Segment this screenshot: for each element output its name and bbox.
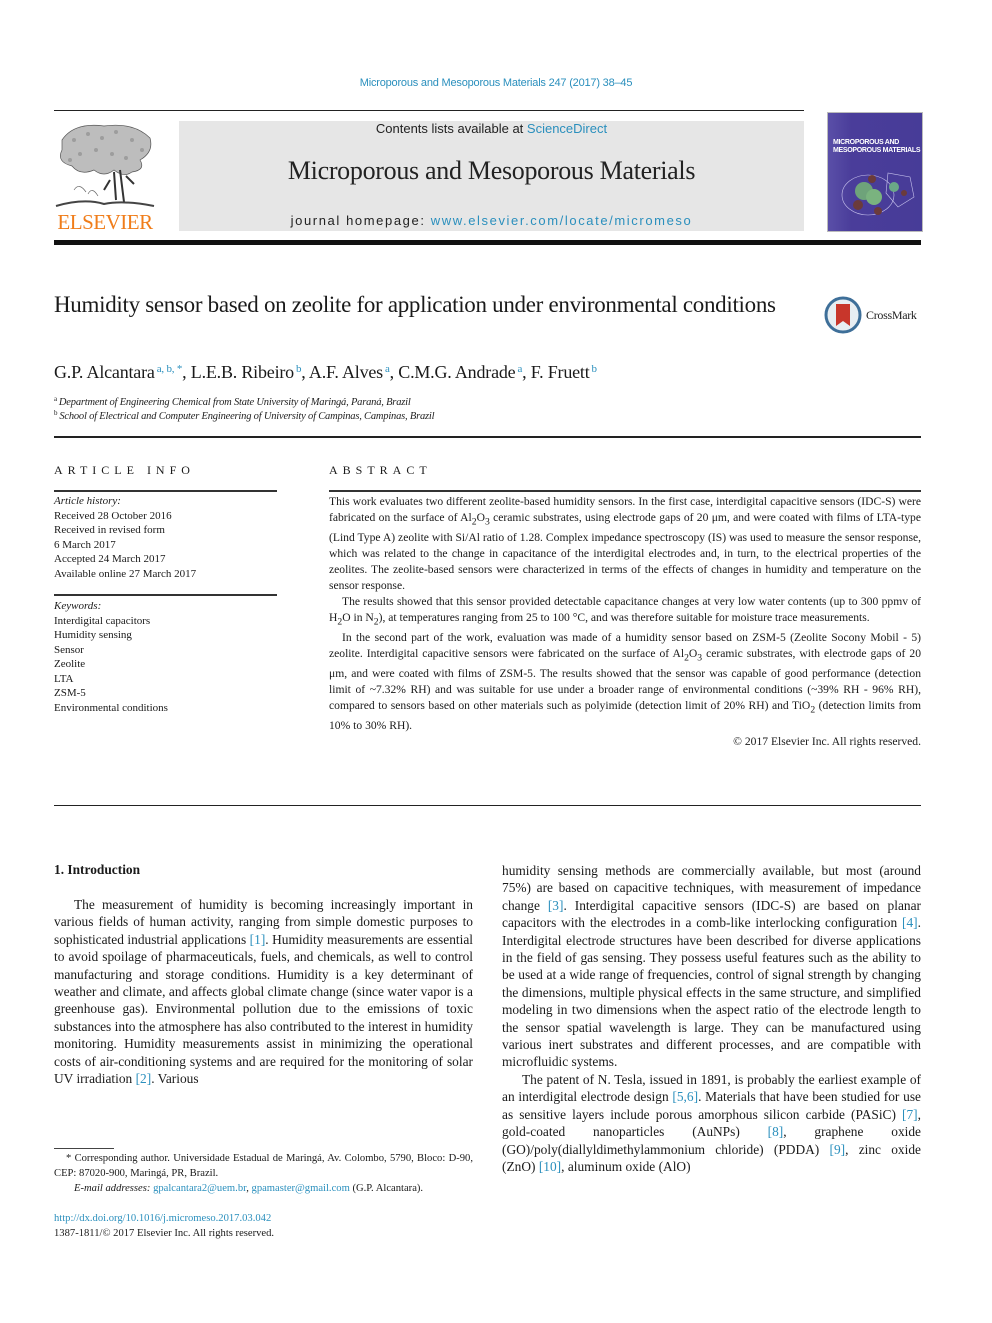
author-list: G.P. Alcantara a, b, *, L.E.B. Ribeiro b, … <box>54 362 597 382</box>
abstract-body: This work evaluates two different zeolit… <box>329 494 921 750</box>
abstract-paragraph: This work evaluates two different zeolit… <box>329 495 921 592</box>
citation-link[interactable]: [2] <box>136 1071 152 1086</box>
keyword: Zeolite <box>54 658 86 670</box>
journal-cover-thumbnail[interactable]: MICROPOROUS AND MESOPOROUS MATERIALS <box>827 112 923 232</box>
header-rule <box>54 110 804 111</box>
body-paragraph: The measurement of humidity is becoming … <box>54 897 473 1087</box>
zeolite-structure-icon <box>841 172 915 216</box>
body-paragraph: The patent of N. Tesla, issued in 1891, … <box>502 1071 921 1174</box>
homepage-prefix: journal homepage: <box>290 213 431 228</box>
history-item: Available online 27 March 2017 <box>54 567 197 580</box>
footnote-rule <box>54 1148 114 1149</box>
abstract-heading: ABSTRACT <box>329 463 432 477</box>
keywords-label: Keywords: <box>54 600 102 612</box>
history-item: 6 March 2017 <box>54 538 116 551</box>
elsevier-wordmark: ELSEVIER <box>57 210 153 234</box>
history-item: Accepted 24 March 2017 <box>54 553 166 565</box>
abstract-paragraph: In the second part of the work, evaluati… <box>329 630 921 733</box>
history-label: Article history: <box>54 495 121 507</box>
keyword: Humidity sensing <box>54 629 132 641</box>
email-link[interactable]: gpalcantara2@uem.br <box>153 1183 246 1194</box>
section-divider <box>54 436 921 438</box>
introduction-heading: 1. Introduction <box>54 862 141 877</box>
cover-title: MICROPOROUS AND MESOPOROUS MATERIALS <box>833 139 921 154</box>
running-head[interactable]: Microporous and Mesoporous Materials 247… <box>0 77 992 89</box>
citation-link[interactable]: [8] <box>768 1124 784 1139</box>
author[interactable]: F. Fruett b <box>531 362 597 382</box>
right-column: humidity sensing methods are commerciall… <box>502 862 921 1175</box>
citation-link[interactable]: [7] <box>902 1107 918 1122</box>
sciencedirect-link[interactable]: ScienceDirect <box>527 121 607 136</box>
keyword: ZSM-5 <box>54 687 86 699</box>
elsevier-logo[interactable]: ELSEVIER <box>54 120 156 234</box>
citation-link[interactable]: [1] <box>250 932 266 947</box>
article-info-heading: ARTICLE INFO <box>54 463 195 477</box>
issn-copyright: 1387-1811/© 2017 Elsevier Inc. All right… <box>54 1228 275 1239</box>
history-item: Received in revised form <box>54 524 165 536</box>
citation-link[interactable]: [3] <box>548 898 564 913</box>
email-note: E-mail addresses: gpalcantara2@uem.br, g… <box>74 1183 424 1194</box>
affiliation: a Department of Engineering Chemical from… <box>54 395 411 408</box>
author[interactable]: C.M.G. Andrade a <box>398 362 522 382</box>
keyword: Sensor <box>54 643 84 656</box>
elsevier-tree-icon <box>55 124 155 207</box>
masthead-thick-rule <box>54 240 921 245</box>
keyword: Environmental conditions <box>54 701 168 714</box>
journal-homepage: journal homepage: www.elsevier.com/locat… <box>179 213 804 228</box>
abstract-bottom-rule <box>54 805 921 806</box>
journal-name: Microporous and Mesoporous Materials <box>287 156 696 185</box>
crossmark-button[interactable]: CrossMark <box>824 296 924 336</box>
doi-link[interactable]: http://dx.doi.org/10.1016/j.micromeso.20… <box>54 1211 271 1226</box>
article-info-rule <box>54 490 277 492</box>
author[interactable]: G.P. Alcantara a, b, * <box>54 362 182 382</box>
email-link[interactable]: gpamaster@gmail.com <box>252 1183 350 1194</box>
crossmark-icon <box>824 296 862 334</box>
homepage-link[interactable]: www.elsevier.com/locate/micromeso <box>431 213 693 228</box>
body-paragraph: humidity sensing methods are commerciall… <box>502 863 921 1070</box>
abstract-rule <box>329 490 921 492</box>
contents-line: Contents lists available at ScienceDirec… <box>179 121 804 136</box>
keywords: Keywords: Interdigital capacitors Humidi… <box>54 599 277 715</box>
affiliation: b School of Electrical and Computer Engin… <box>54 409 435 422</box>
corresponding-author-note: * Corresponding author. Universidade Est… <box>54 1153 473 1179</box>
author[interactable]: L.E.B. Ribeiro b <box>191 362 302 382</box>
left-column: The measurement of humidity is becoming … <box>54 896 473 1087</box>
citation-link[interactable]: [10] <box>539 1159 561 1174</box>
author[interactable]: A.F. Alves a <box>309 362 390 382</box>
article-title: Humidity sensor based on zeolite for app… <box>54 292 776 317</box>
crossmark-label: CrossMark <box>866 308 917 322</box>
keyword: LTA <box>54 672 74 685</box>
citation-link[interactable]: [9] <box>829 1142 845 1157</box>
abstract-copyright: © 2017 Elsevier Inc. All rights reserved… <box>733 734 921 748</box>
history-item: Received 28 October 2016 <box>54 509 172 522</box>
abstract-paragraph: The results showed that this sensor prov… <box>329 594 921 627</box>
keywords-rule <box>54 594 277 596</box>
contents-prefix: Contents lists available at <box>375 121 527 136</box>
citation-link[interactable]: [5,6] <box>672 1089 698 1104</box>
article-history: Article history: Received 28 October 201… <box>54 494 277 581</box>
citation-link[interactable]: [4] <box>902 915 918 930</box>
email-label: E-mail addresses: <box>74 1183 154 1194</box>
keyword: Interdigital capacitors <box>54 614 151 627</box>
